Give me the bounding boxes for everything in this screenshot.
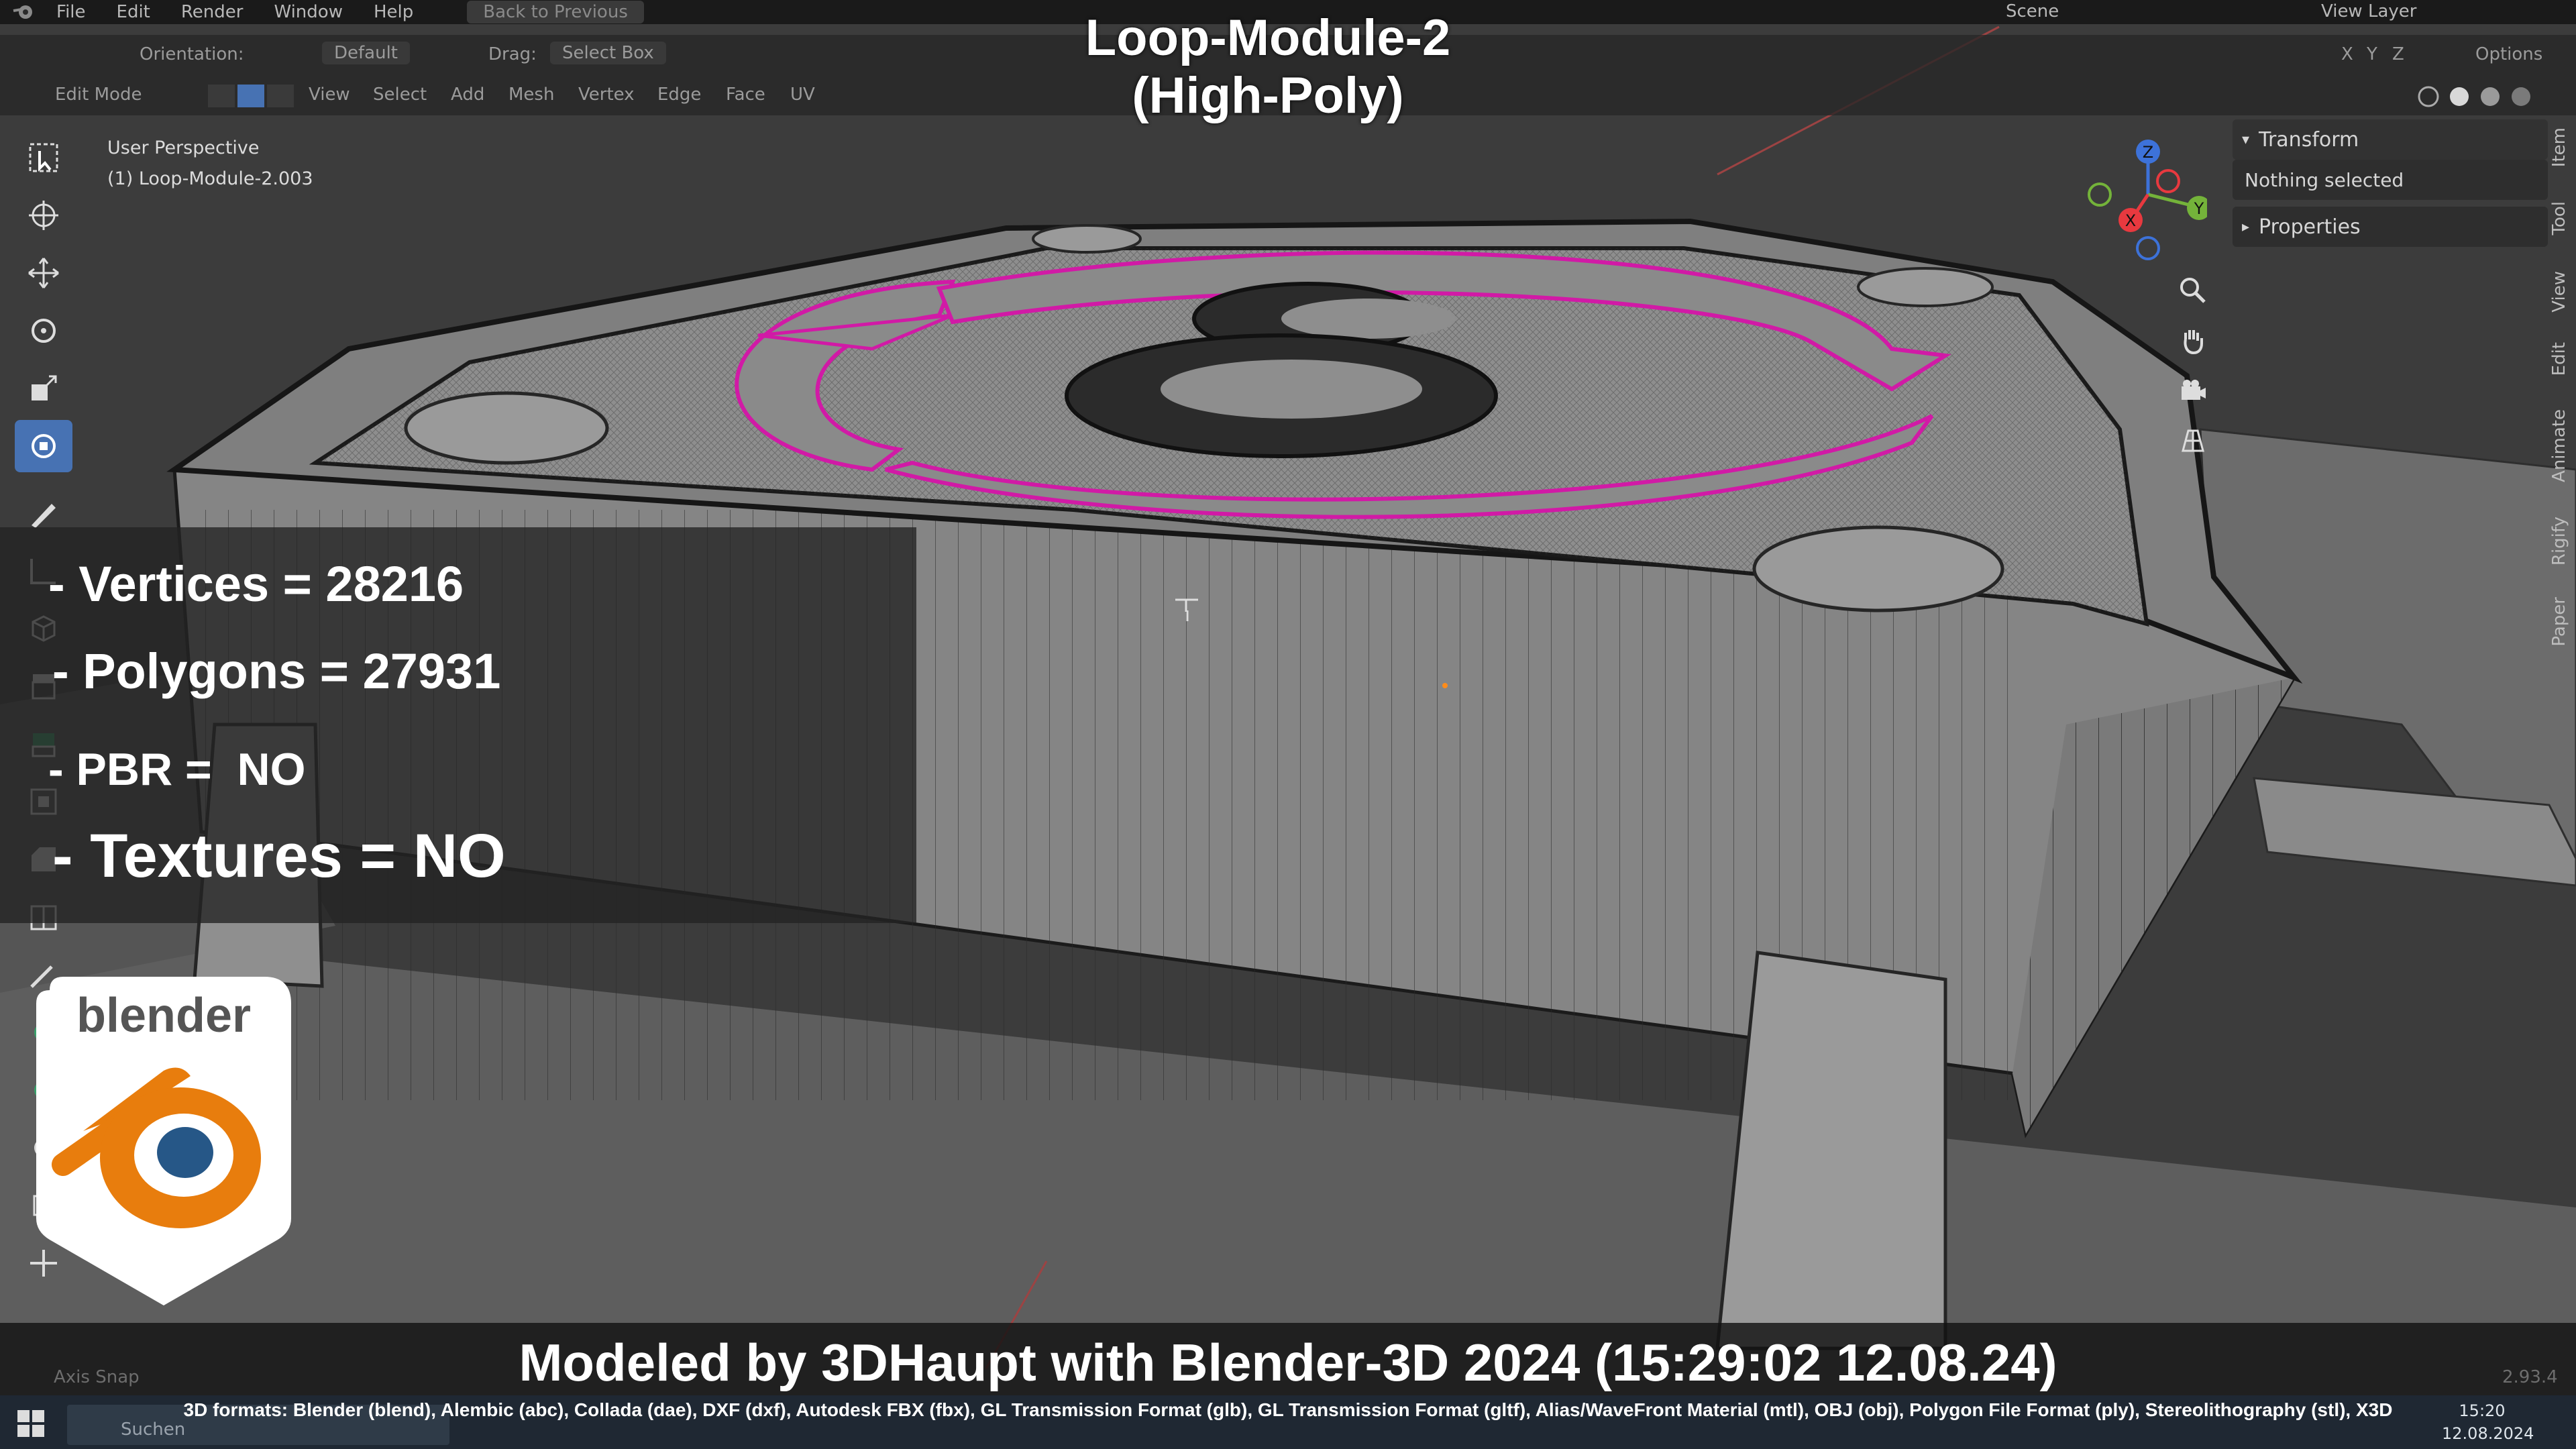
axis-z-toggle[interactable]: Z bbox=[2392, 44, 2404, 64]
axis-y-toggle[interactable]: Y bbox=[2367, 44, 2377, 64]
expand-down-icon: ▾ bbox=[2242, 131, 2250, 148]
export-formats-caption: 3D formats: Blender (blend), Alembic (ab… bbox=[183, 1399, 2393, 1420]
ortho-grid-icon[interactable] bbox=[2171, 419, 2215, 463]
pan-hand-icon[interactable] bbox=[2171, 319, 2215, 364]
orientation-dropdown[interactable]: Default bbox=[322, 42, 410, 64]
viewport-info: User Perspective (1) Loop-Module-2.003 bbox=[107, 133, 313, 195]
pbr-stat: - PBR = NO bbox=[48, 744, 306, 795]
svg-text:Z: Z bbox=[2143, 143, 2153, 162]
zoom-icon[interactable] bbox=[2171, 268, 2215, 313]
expand-right-icon: ▸ bbox=[2242, 218, 2250, 235]
model-title: Loop-Module-2 bbox=[1085, 9, 1451, 66]
tab-paper[interactable]: Paper bbox=[2549, 597, 2576, 647]
menu-edit[interactable]: Edit bbox=[117, 2, 150, 22]
menu-help[interactable]: Help bbox=[374, 2, 413, 22]
tab-tool[interactable]: Tool bbox=[2549, 201, 2576, 235]
axis-x-toggle[interactable]: X bbox=[2341, 44, 2353, 64]
taskbar-clock[interactable]: 15:20 12.08.2024 bbox=[2442, 1399, 2534, 1445]
orientation-label: Orientation: bbox=[140, 44, 244, 64]
menu-select[interactable]: Select bbox=[373, 85, 427, 105]
model-subtitle: (High-Poly) bbox=[1132, 67, 1404, 124]
menu-window[interactable]: Window bbox=[274, 2, 343, 22]
clock-time: 15:20 bbox=[2459, 1401, 2506, 1420]
scale-tool[interactable] bbox=[15, 362, 72, 415]
view-layer-selector[interactable]: View Layer bbox=[2321, 1, 2416, 21]
n-panel: ▾ Transform Nothing selected ▸ Propertie… bbox=[2233, 119, 2548, 280]
back-to-previous-button[interactable]: Back to Previous bbox=[467, 1, 644, 23]
stats-panel: - Vertices = 28216 - Polygons = 27931 - … bbox=[0, 527, 916, 923]
tab-rigify[interactable]: Rigify bbox=[2549, 517, 2576, 566]
tab-view[interactable]: View bbox=[2549, 271, 2576, 313]
menu-mesh[interactable]: Mesh bbox=[508, 85, 554, 105]
options-button[interactable]: Options bbox=[2475, 44, 2542, 64]
blender-logo-text: blender bbox=[76, 989, 251, 1042]
tab-animate[interactable]: Animate bbox=[2549, 409, 2576, 482]
blender-menu-icon[interactable] bbox=[12, 1, 36, 21]
properties-panel-header[interactable]: ▸ Properties bbox=[2233, 207, 2548, 247]
select-mode-buttons[interactable] bbox=[208, 85, 295, 112]
tab-edit[interactable]: Edit bbox=[2549, 342, 2576, 376]
transform-tool[interactable] bbox=[15, 420, 72, 472]
menu-edge[interactable]: Edge bbox=[657, 85, 701, 105]
menu-vertex[interactable]: Vertex bbox=[578, 85, 635, 105]
blender-logo: blender bbox=[36, 977, 291, 1312]
navigation-gizmo[interactable]: Z Y X bbox=[2073, 134, 2211, 268]
svg-text:X: X bbox=[2125, 211, 2136, 230]
vertices-stat: - Vertices = 28216 bbox=[48, 556, 464, 612]
n-panel-tabs: Item Tool View Edit Animate Rigify Paper bbox=[2549, 127, 2576, 664]
menu-view[interactable]: View bbox=[309, 85, 350, 105]
menu-uv[interactable]: UV bbox=[790, 85, 815, 105]
cursor-tool[interactable] bbox=[15, 189, 72, 241]
menu-file[interactable]: File bbox=[56, 2, 86, 22]
move-tool[interactable] bbox=[15, 247, 72, 299]
overlay-title: Loop-Module-2 (High-Poly) bbox=[939, 9, 1597, 125]
clock-date: 12.08.2024 bbox=[2442, 1424, 2534, 1443]
menu-render[interactable]: Render bbox=[181, 2, 244, 22]
transform-panel-body: Nothing selected bbox=[2233, 160, 2548, 200]
nothing-selected-label: Nothing selected bbox=[2245, 168, 2404, 191]
rotate-tool[interactable] bbox=[15, 305, 72, 357]
footer-caption: Modeled by 3DHaupt with Blender-3D 2024 … bbox=[519, 1333, 2057, 1392]
transform-label: Transform bbox=[2259, 127, 2359, 152]
menu-face[interactable]: Face bbox=[726, 85, 765, 105]
tab-item[interactable]: Item bbox=[2549, 127, 2576, 167]
camera-view-icon[interactable] bbox=[2171, 369, 2215, 413]
menu-add[interactable]: Add bbox=[451, 85, 484, 105]
textures-stat: - Textures = NO bbox=[52, 822, 506, 890]
active-object-label: (1) Loop-Module-2.003 bbox=[107, 168, 313, 189]
perspective-label: User Perspective bbox=[107, 138, 260, 158]
drag-dropdown[interactable]: Select Box bbox=[550, 42, 666, 64]
scene-selector[interactable]: Scene bbox=[2006, 1, 2059, 21]
properties-label: Properties bbox=[2259, 215, 2361, 239]
shading-buttons[interactable] bbox=[2415, 83, 2549, 115]
transform-panel-header[interactable]: ▾ Transform bbox=[2233, 119, 2548, 160]
mode-dropdown[interactable]: Edit Mode bbox=[55, 85, 142, 105]
drag-label: Drag: bbox=[488, 44, 537, 64]
svg-text:Y: Y bbox=[2194, 199, 2204, 218]
polygons-stat: - Polygons = 27931 bbox=[52, 643, 501, 699]
select-box-tool[interactable] bbox=[15, 131, 72, 184]
main-menu: File Edit Render Window Help bbox=[56, 2, 413, 22]
